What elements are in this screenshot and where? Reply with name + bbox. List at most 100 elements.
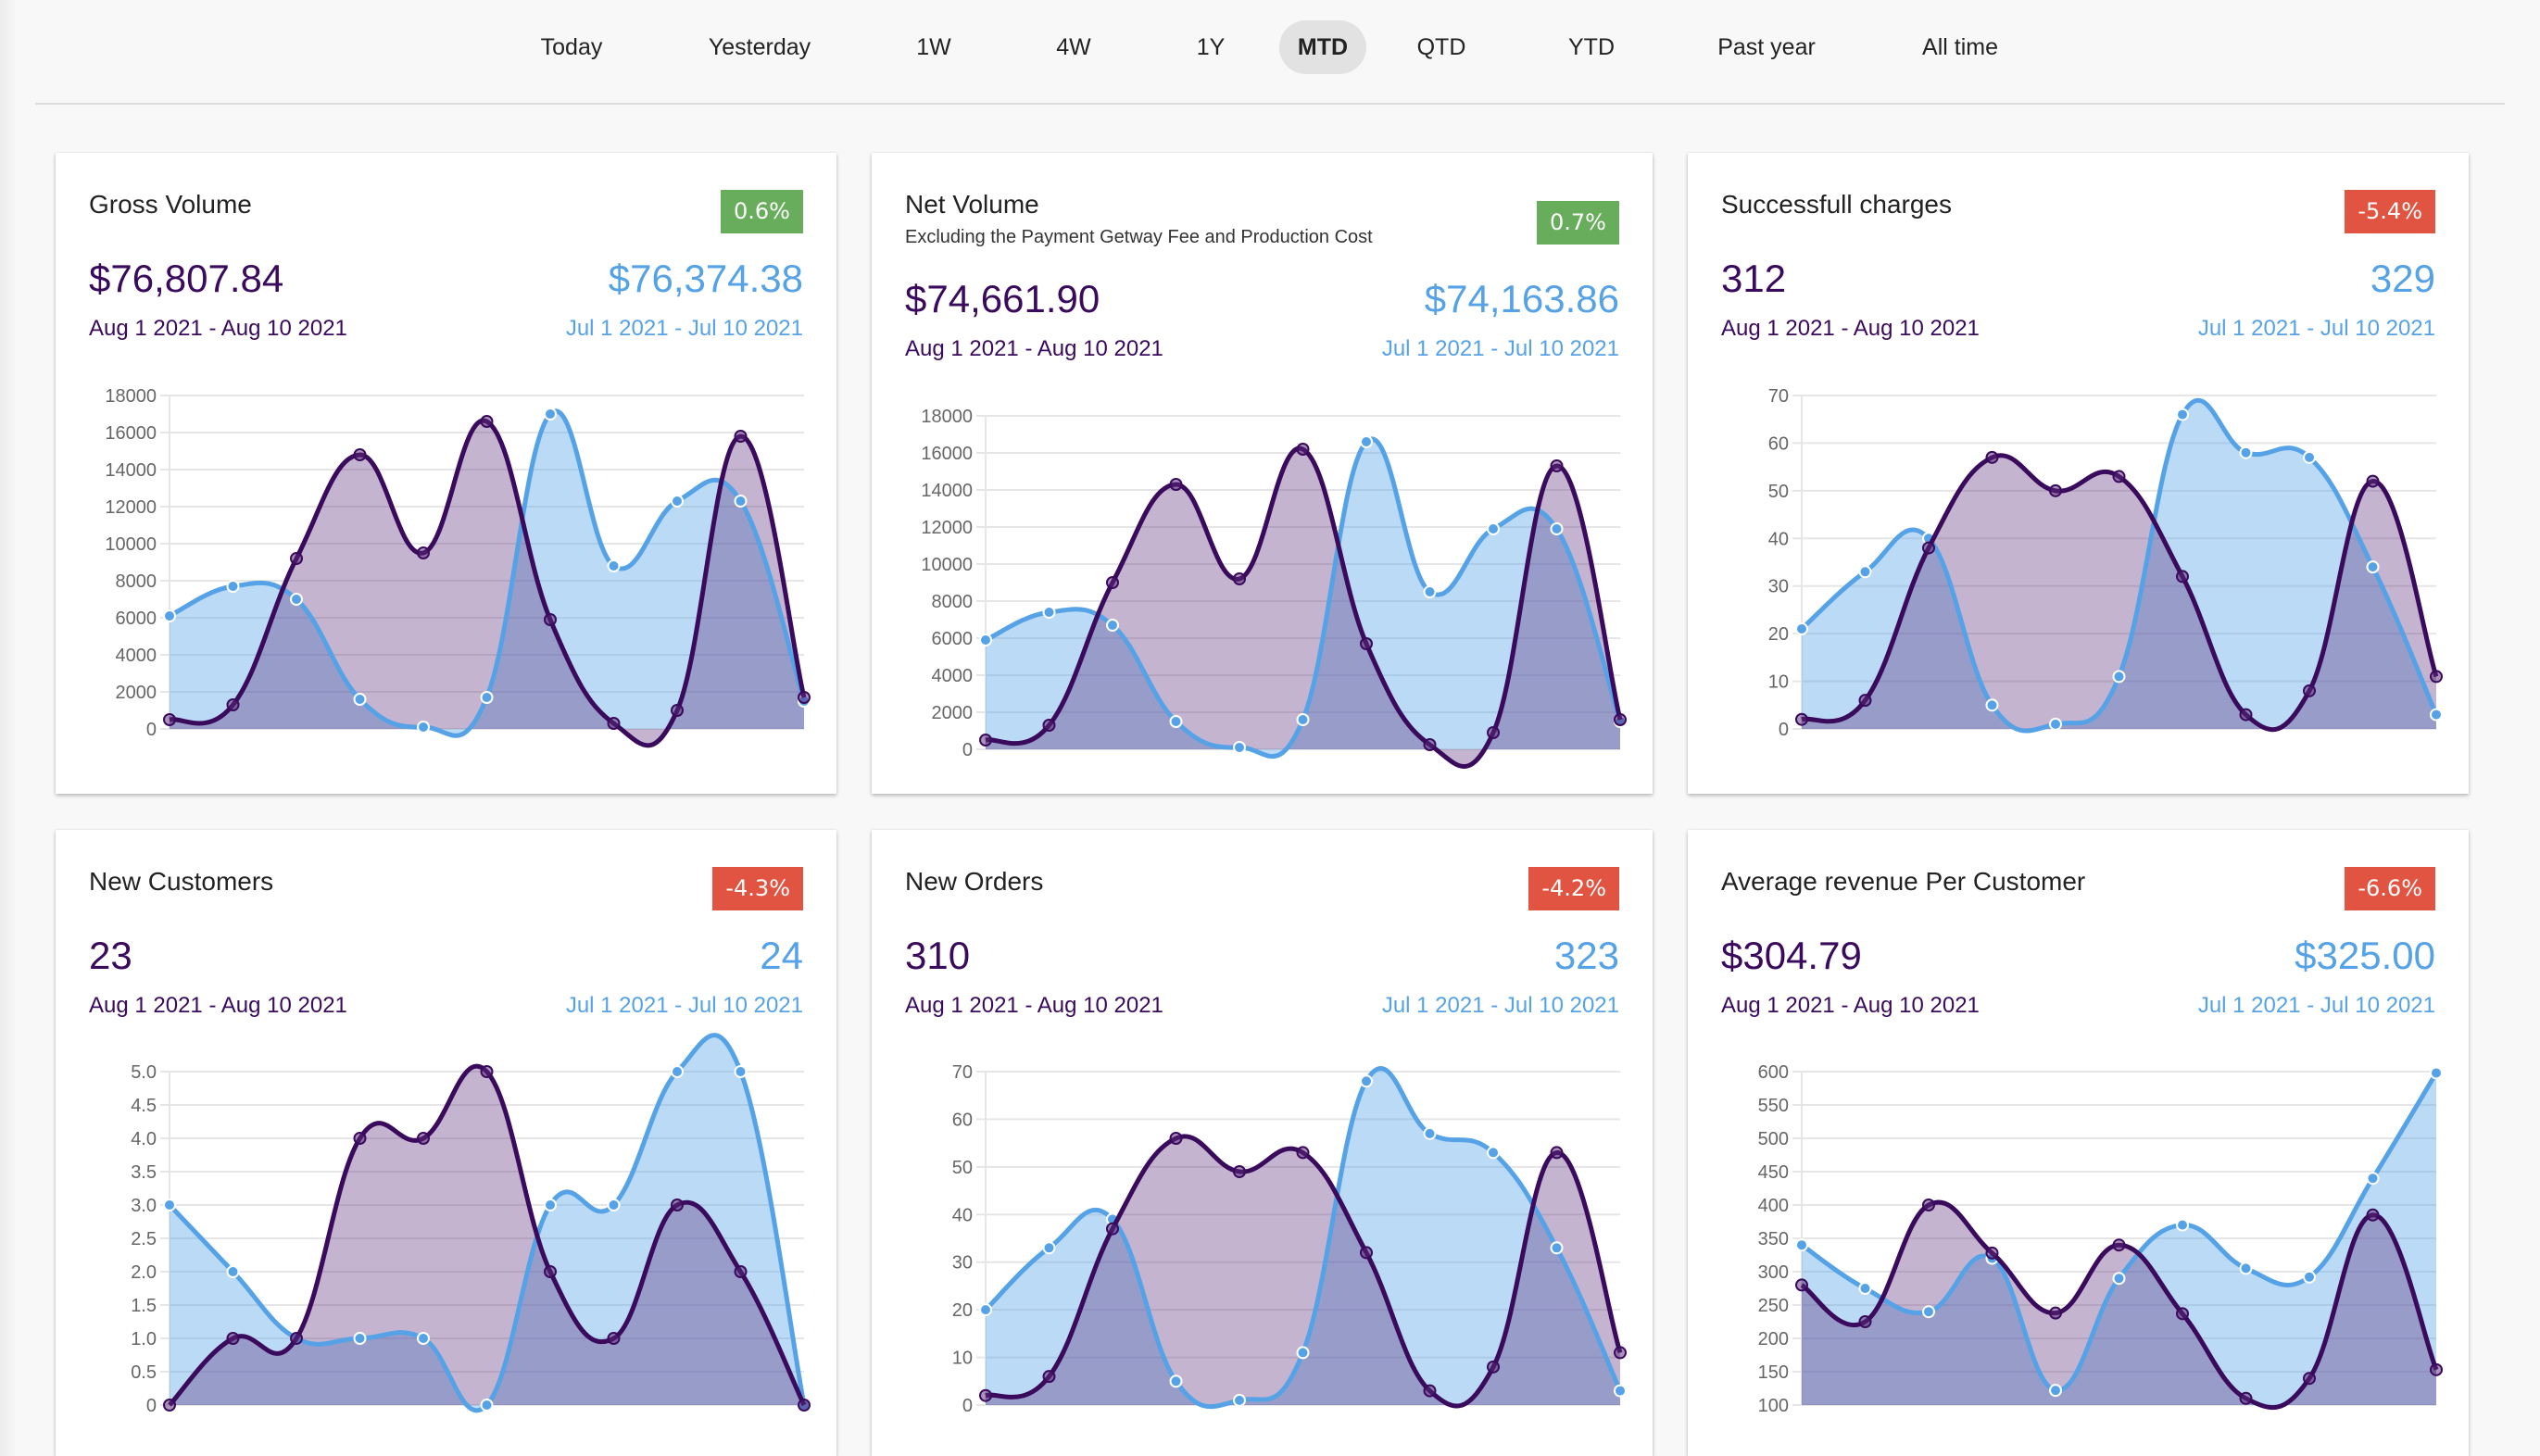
previous-data-point[interactable] [1360, 435, 1373, 448]
previous-data-point[interactable] [1360, 1074, 1373, 1088]
current-data-point[interactable] [798, 691, 811, 704]
previous-data-point[interactable] [1487, 1146, 1500, 1160]
previous-data-point[interactable] [2430, 708, 2443, 722]
previous-data-point[interactable] [671, 1065, 684, 1078]
previous-data-point[interactable] [1423, 585, 1437, 598]
previous-data-point[interactable] [671, 495, 684, 508]
current-data-point[interactable] [290, 552, 303, 565]
current-data-point[interactable] [671, 704, 684, 717]
previous-data-point[interactable] [2303, 1270, 2316, 1284]
current-data-point[interactable] [417, 546, 430, 559]
current-data-point[interactable] [353, 448, 367, 461]
previous-data-point[interactable] [1042, 606, 1056, 619]
previous-data-point[interactable] [2176, 408, 2189, 421]
previous-data-point[interactable] [1922, 1305, 1935, 1319]
current-data-point[interactable] [2049, 483, 2062, 497]
current-data-point[interactable] [1858, 694, 1872, 708]
previous-data-point[interactable] [2176, 1218, 2189, 1232]
current-data-point[interactable] [2112, 470, 2126, 483]
current-data-point[interactable] [1922, 1199, 1935, 1211]
current-data-point[interactable] [2176, 1307, 2189, 1321]
previous-data-point[interactable] [544, 1199, 557, 1211]
previous-data-point[interactable] [1858, 565, 1872, 579]
previous-data-point[interactable] [1042, 1241, 1056, 1255]
current-data-point[interactable] [2366, 474, 2380, 488]
previous-data-point[interactable] [2049, 1384, 2062, 1398]
current-data-point[interactable] [1042, 1370, 1056, 1384]
previous-data-point[interactable] [417, 1332, 430, 1345]
previous-data-point[interactable] [2303, 450, 2316, 464]
current-data-point[interactable] [1169, 1132, 1183, 1145]
previous-data-point[interactable] [1795, 1238, 1808, 1252]
previous-data-point[interactable] [2366, 560, 2380, 574]
current-data-point[interactable] [1858, 1315, 1872, 1328]
previous-data-point[interactable] [734, 495, 748, 508]
range-tab-1w[interactable]: 1W [898, 20, 970, 74]
previous-data-point[interactable] [1169, 715, 1183, 728]
current-data-point[interactable] [2366, 1208, 2380, 1222]
previous-data-point[interactable] [1296, 713, 1310, 726]
current-data-point[interactable] [607, 1332, 621, 1345]
current-data-point[interactable] [734, 1265, 748, 1278]
current-data-point[interactable] [1106, 576, 1119, 589]
previous-data-point[interactable] [290, 593, 303, 606]
current-data-point[interactable] [1360, 637, 1373, 650]
current-data-point[interactable] [163, 713, 176, 726]
current-data-point[interactable] [1296, 1146, 1310, 1160]
current-data-point[interactable] [1296, 443, 1310, 456]
current-data-point[interactable] [1795, 712, 1808, 726]
current-data-point[interactable] [979, 1388, 992, 1402]
current-data-point[interactable] [1423, 738, 1437, 751]
current-data-point[interactable] [607, 717, 621, 730]
current-data-point[interactable] [417, 1132, 430, 1145]
previous-data-point[interactable] [2049, 717, 2062, 731]
previous-data-point[interactable] [544, 408, 557, 420]
current-data-point[interactable] [1985, 1246, 1999, 1260]
previous-data-point[interactable] [2112, 1272, 2126, 1286]
current-data-point[interactable] [480, 415, 494, 428]
current-data-point[interactable] [1169, 478, 1183, 491]
previous-data-point[interactable] [417, 721, 430, 734]
previous-data-point[interactable] [1795, 622, 1808, 635]
current-data-point[interactable] [2303, 1372, 2316, 1386]
previous-data-point[interactable] [734, 1065, 748, 1078]
previous-data-point[interactable] [607, 559, 621, 572]
range-tab-4w[interactable]: 4W [1037, 20, 1110, 74]
previous-data-point[interactable] [226, 580, 240, 593]
current-data-point[interactable] [2430, 670, 2443, 684]
previous-data-point[interactable] [163, 1199, 176, 1211]
previous-data-point[interactable] [1106, 619, 1119, 632]
current-data-point[interactable] [480, 1065, 494, 1078]
previous-data-point[interactable] [2239, 1261, 2253, 1275]
current-data-point[interactable] [1795, 1278, 1808, 1292]
previous-data-point[interactable] [1296, 1346, 1310, 1360]
current-data-point[interactable] [226, 698, 240, 711]
previous-data-point[interactable] [1985, 698, 1999, 712]
current-data-point[interactable] [2112, 1238, 2126, 1252]
range-tab-ytd[interactable]: YTD [1550, 20, 1633, 74]
previous-data-point[interactable] [1614, 1384, 1627, 1398]
range-tab-qtd[interactable]: QTD [1399, 20, 1485, 74]
current-data-point[interactable] [2430, 1362, 2443, 1376]
range-tab-all-time[interactable]: All time [1904, 20, 2017, 74]
previous-data-point[interactable] [1233, 741, 1246, 754]
range-tab-today[interactable]: Today [522, 20, 622, 74]
current-data-point[interactable] [2239, 1391, 2253, 1405]
current-data-point[interactable] [1042, 719, 1056, 732]
previous-data-point[interactable] [1169, 1374, 1183, 1388]
previous-data-point[interactable] [2430, 1066, 2443, 1080]
current-data-point[interactable] [979, 734, 992, 747]
range-tab-past-year[interactable]: Past year [1699, 20, 1834, 74]
previous-data-point[interactable] [353, 693, 367, 706]
current-data-point[interactable] [290, 1332, 303, 1345]
current-data-point[interactable] [1233, 1165, 1246, 1178]
previous-data-point[interactable] [1487, 522, 1500, 535]
previous-data-point[interactable] [979, 634, 992, 646]
current-data-point[interactable] [1922, 541, 1935, 555]
current-data-point[interactable] [2176, 570, 2189, 584]
current-data-point[interactable] [1614, 1346, 1627, 1360]
current-data-point[interactable] [1487, 726, 1500, 739]
current-data-point[interactable] [544, 1265, 557, 1278]
range-tab-yesterday[interactable]: Yesterday [690, 20, 829, 74]
current-data-point[interactable] [734, 430, 748, 443]
